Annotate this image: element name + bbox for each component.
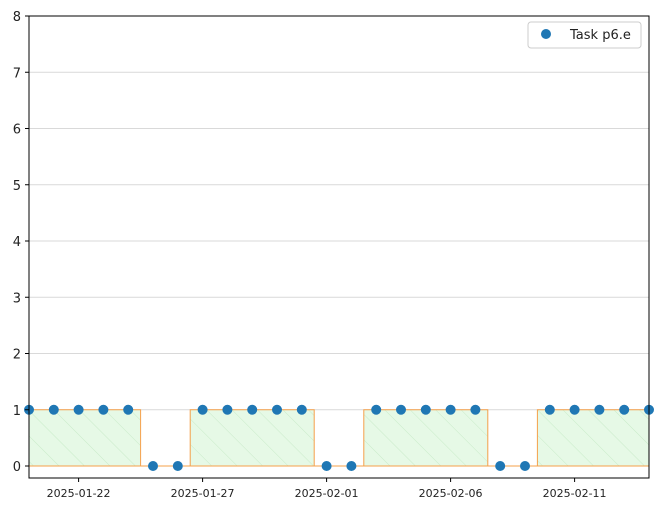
y-tick-label: 3	[13, 291, 21, 306]
chart: 0 1 2 3 4 5 6 7 8 2025-01-22 2025-01-27 2025-02-01…	[13, 10, 654, 500]
data-point	[569, 404, 580, 415]
y-tick-label: 7	[13, 66, 21, 81]
step-fill	[29, 409, 649, 466]
data-point	[48, 404, 59, 415]
y-tick-label: 5	[13, 179, 21, 194]
data-point	[594, 404, 605, 415]
data-point	[544, 404, 555, 415]
legend-marker	[541, 29, 551, 39]
y-tick-label: 0	[13, 460, 21, 475]
y-axis: 0 1 2 3 4 5 6 7 8	[13, 10, 29, 475]
x-tick-label: 2025-01-27	[171, 487, 235, 500]
data-point	[148, 461, 158, 471]
x-axis: 2025-01-22 2025-01-27 2025-02-01 2025-02-06…	[47, 478, 607, 500]
data-point	[396, 404, 406, 415]
data-point	[619, 404, 630, 415]
y-tick-label: 8	[13, 10, 21, 25]
x-tick-label: 2025-02-01	[295, 487, 359, 500]
x-tick-label: 2025-01-22	[47, 487, 111, 500]
data-point	[247, 404, 258, 415]
data-point	[73, 404, 84, 415]
data-point	[296, 404, 307, 415]
data-point	[197, 404, 208, 415]
data-point	[520, 461, 530, 471]
grid-lines	[29, 15, 649, 411]
data-point	[222, 404, 233, 415]
data-point	[321, 461, 332, 471]
data-point	[272, 404, 282, 415]
data-point	[470, 404, 481, 415]
x-tick-label: 2025-02-11	[543, 487, 607, 500]
data-point	[371, 404, 382, 415]
data-point	[98, 404, 109, 415]
data-point	[123, 404, 134, 415]
y-tick-label: 2	[13, 348, 21, 363]
x-tick-label: 2025-02-06	[419, 487, 483, 500]
data-point	[445, 404, 456, 415]
legend[interactable]: Task p6.e	[527, 21, 642, 49]
data-point	[495, 461, 506, 471]
data-point	[172, 461, 183, 471]
data-point	[346, 461, 357, 471]
plot-frame	[28, 15, 650, 479]
data-point	[420, 404, 431, 415]
y-tick-label: 4	[13, 235, 21, 250]
y-tick-label: 1	[13, 404, 21, 419]
step-fill-area	[29, 409, 649, 467]
y-tick-label: 6	[13, 123, 21, 138]
legend-label: Task p6.e	[569, 28, 631, 43]
